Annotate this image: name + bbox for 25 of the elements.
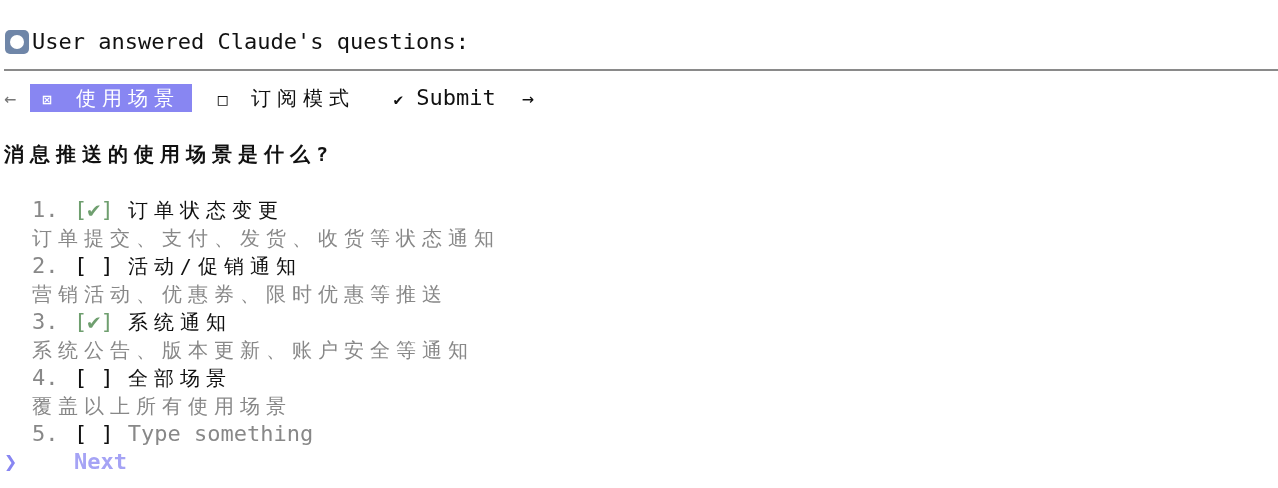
input-field[interactable]: Type something	[127, 420, 388, 448]
option-number: 3.	[32, 308, 60, 336]
option-description: 订单提交、支付、发货、收货等状态通知	[31, 225, 501, 252]
option-number: 2.	[32, 252, 60, 280]
question-text: 消息推送的使用场景是什么?	[3, 141, 336, 168]
option-label[interactable]: 订单状态变更	[127, 196, 284, 224]
header-title: User answered Claude's questions:	[32, 28, 470, 56]
option-description: 系统公告、版本更新、账户安全等通知	[31, 337, 475, 364]
option-number: 5.	[32, 420, 60, 448]
record-icon	[4, 29, 30, 55]
option-description: 覆盖以上所有使用场景	[31, 393, 293, 420]
option-label[interactable]: 系统通知	[127, 308, 232, 336]
back-arrow[interactable]: ←	[4, 84, 17, 112]
checkbox[interactable]: [ ]	[74, 252, 114, 280]
option-label[interactable]: 全部场景	[127, 364, 232, 392]
tab[interactable]: ✔ Submit	[381, 84, 508, 112]
forward-arrow[interactable]: →	[521, 84, 534, 112]
cursor-pointer: ❯	[4, 448, 19, 476]
checkbox[interactable]: [ ]	[74, 364, 114, 392]
option-number: 1.	[32, 196, 60, 224]
checkbox[interactable]: [ ]	[74, 420, 114, 448]
option-label[interactable]: 活动/促销通知	[127, 252, 302, 280]
tab[interactable]: □ 订阅模式	[205, 84, 368, 112]
option-description: 营销活动、优惠券、限时优惠等推送	[31, 281, 449, 308]
option-number: 4.	[32, 364, 60, 392]
